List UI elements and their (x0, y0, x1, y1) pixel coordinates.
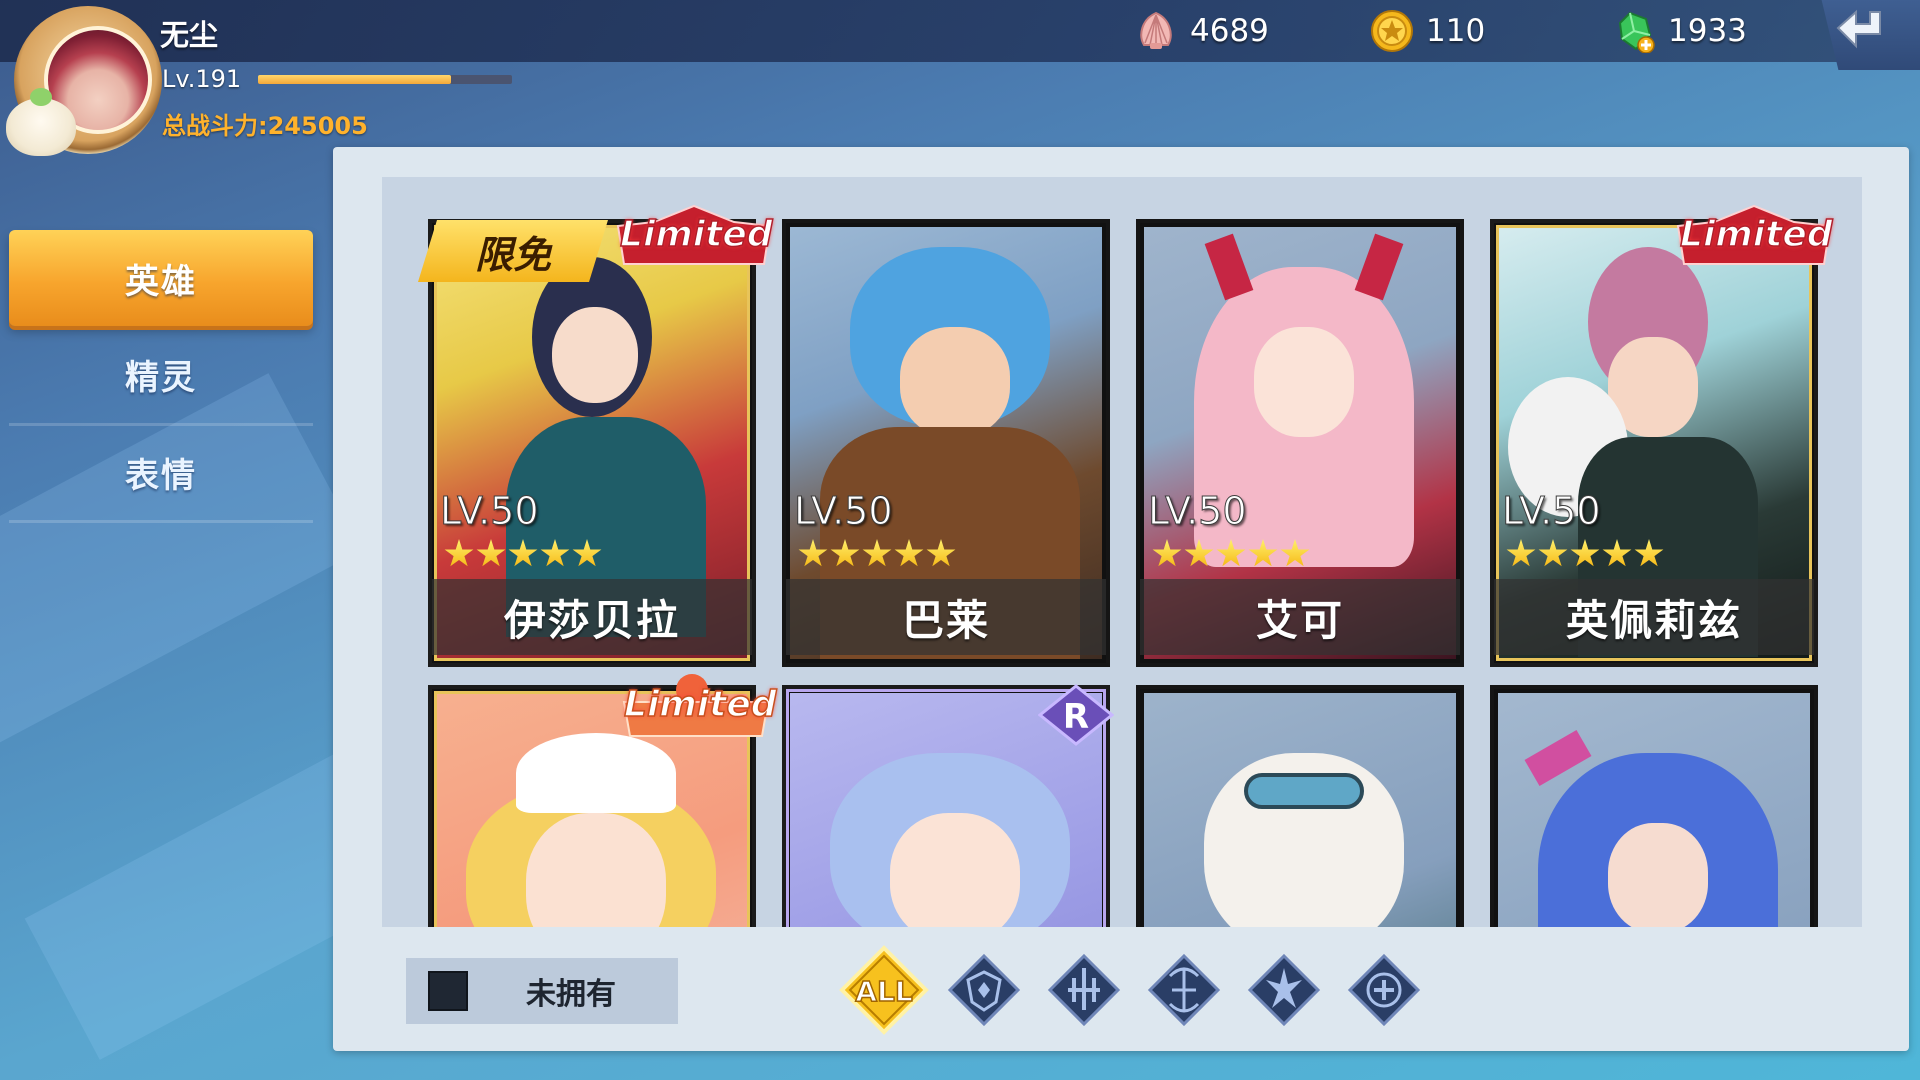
hero-grid[interactable]: LV.50 伊莎贝拉 LV.50 巴莱 LV.50 艾可 LV.50 英佩莉兹 (382, 177, 1862, 927)
filter-all-label: ALL (855, 975, 913, 1008)
gold-count: 110 (1426, 13, 1486, 49)
star-icon (540, 539, 570, 567)
filter-archer-button[interactable] (1144, 950, 1224, 1030)
hero-card[interactable] (1136, 685, 1464, 927)
hero-card[interactable]: LV.50 英佩莉兹 (1490, 219, 1818, 667)
hero-card[interactable]: LV.50 巴莱 (782, 219, 1110, 667)
shell-icon (1140, 11, 1172, 49)
unowned-checkbox[interactable] (428, 971, 468, 1011)
hero-card[interactable]: LV.50 艾可 (1136, 219, 1464, 667)
limited-badge: Limited (1674, 202, 1834, 272)
player-level: Lv.191 (162, 65, 242, 93)
star-icon (1538, 539, 1568, 567)
limited-badge: Limited (618, 672, 778, 742)
star-icon (572, 539, 602, 567)
hero-stars (1152, 539, 1310, 569)
hero-stars (444, 539, 602, 569)
player-name: 无尘 (160, 18, 219, 52)
hero-level: LV.50 (1148, 489, 1248, 534)
hero-name: 巴莱 (786, 579, 1106, 655)
star-icon (1634, 539, 1664, 567)
exp-bar-fill (258, 75, 452, 84)
star-icon (830, 539, 860, 567)
hero-portrait (1498, 693, 1810, 927)
unowned-filter-toggle[interactable]: 未拥有 (406, 958, 678, 1024)
star-icon (1570, 539, 1600, 567)
star-icon (1248, 539, 1278, 567)
hero-level: LV.50 (1502, 489, 1602, 534)
hero-name: 英佩莉兹 (1494, 579, 1814, 655)
hero-level: LV.50 (794, 489, 894, 534)
star-icon (1184, 539, 1214, 567)
currency-gold[interactable]: 110 (1370, 8, 1485, 54)
hero-stars (798, 539, 956, 569)
star-icon (862, 539, 892, 567)
hero-card[interactable] (1490, 685, 1818, 927)
limited-label: Limited (1679, 213, 1833, 256)
filter-warrior-button[interactable] (1044, 950, 1124, 1030)
total-power: 总战斗力:245005 (162, 112, 368, 140)
star-icon (1602, 539, 1632, 567)
unowned-label: 未拥有 (526, 977, 616, 1012)
filter-mage-button[interactable] (1244, 950, 1324, 1030)
limited-badge: Limited (614, 202, 774, 272)
shell-count: 4689 (1190, 13, 1269, 49)
star-icon (1280, 539, 1310, 567)
back-arrow-icon[interactable] (1834, 4, 1894, 60)
star-icon (508, 539, 538, 567)
hero-stars (1506, 539, 1664, 569)
star-icon (1216, 539, 1246, 567)
currency-gems[interactable]: 1933 (1612, 8, 1747, 54)
star-icon (444, 539, 474, 567)
hero-name: 艾可 (1140, 579, 1460, 655)
star-icon (1506, 539, 1536, 567)
divider (9, 520, 313, 523)
free-tag: 限免 (418, 220, 608, 282)
star-icon (926, 539, 956, 567)
star-icon (894, 539, 924, 567)
filter-support-button[interactable] (1344, 950, 1424, 1030)
pet-mascot-icon (6, 88, 76, 156)
star-icon (1152, 539, 1182, 567)
rarity-letter: R (1063, 697, 1089, 737)
currency-shells[interactable]: 4689 (1134, 8, 1269, 54)
star-icon (798, 539, 828, 567)
limited-label: Limited (623, 683, 777, 726)
star-icon (476, 539, 506, 567)
exp-bar (258, 75, 512, 84)
gold-coin-icon (1371, 10, 1413, 52)
tab-emotes[interactable]: 表情 (9, 424, 313, 520)
filter-all-button[interactable]: ALL (838, 944, 930, 1036)
hero-level: LV.50 (440, 489, 540, 534)
hero-name: 伊莎贝拉 (432, 579, 752, 655)
tab-spirits[interactable]: 精灵 (9, 326, 313, 422)
filter-tank-button[interactable] (944, 950, 1024, 1030)
green-gem-add-icon (1618, 11, 1655, 53)
gem-count: 1933 (1668, 13, 1747, 49)
hero-portrait (1144, 693, 1456, 927)
tab-heroes[interactable]: 英雄 (9, 230, 313, 326)
hero-card[interactable]: LV.50 伊莎贝拉 (428, 219, 756, 667)
rarity-r-badge: R (1038, 684, 1114, 746)
limited-label: Limited (619, 213, 773, 256)
